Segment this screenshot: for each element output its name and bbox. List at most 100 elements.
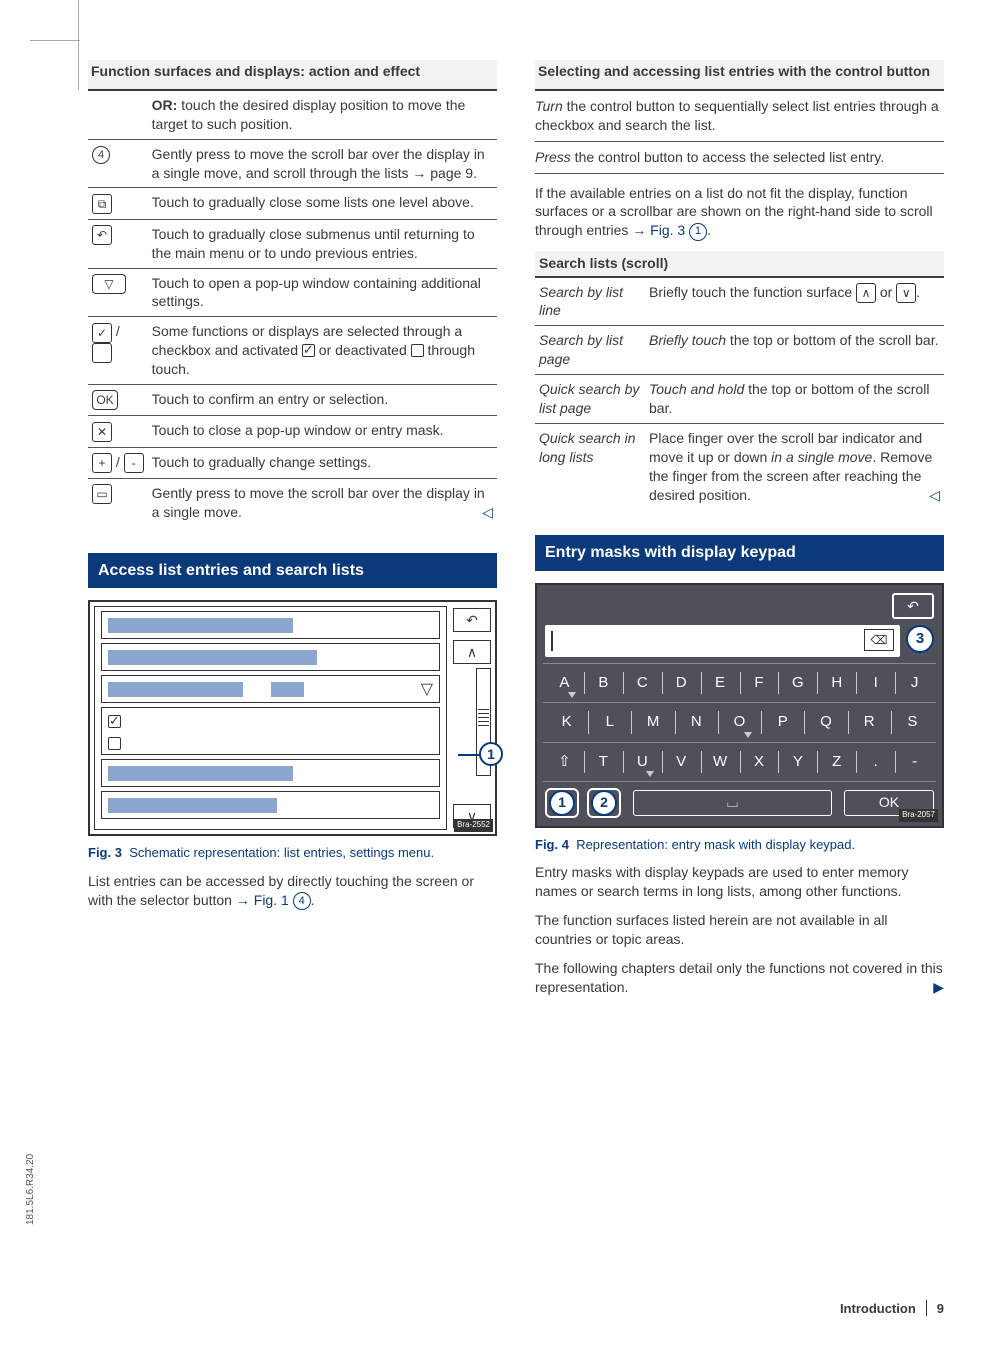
- fig1-link[interactable]: → Fig. 1: [236, 892, 289, 908]
- key-x[interactable]: X: [740, 749, 779, 775]
- table-row: ▽ Touch to open a pop-up window containi…: [88, 268, 497, 317]
- row-text: Touch to confirm an entry or selection.: [148, 384, 497, 415]
- close-x-icon: ✕: [92, 422, 112, 442]
- side-code: 181.5L6.R34.20: [24, 1153, 38, 1224]
- circled-1-link-icon: 1: [689, 223, 707, 241]
- left-para-1: List entries can be accessed by directly…: [88, 872, 497, 910]
- table-row: ⧉ Touch to gradually close some lists on…: [88, 188, 497, 219]
- left-column: Function surfaces and displays: action a…: [88, 60, 497, 1007]
- key-e[interactable]: E: [701, 670, 740, 696]
- key-q[interactable]: Q: [804, 709, 847, 735]
- table-row: ▭ Gently press to move the scroll bar ov…: [88, 478, 497, 526]
- right-column: Selecting and accessing list entries wit…: [535, 60, 944, 1007]
- table-row: Quick search by list page Touch and hold…: [535, 375, 944, 424]
- key-g[interactable]: G: [778, 670, 817, 696]
- minus-icon: -: [124, 453, 144, 473]
- left-section-title: Function surfaces and displays: action a…: [88, 60, 497, 89]
- search-lists-heading: Search lists (scroll): [535, 251, 944, 276]
- key-y[interactable]: Y: [778, 749, 817, 775]
- close-list-icon: ⧉: [92, 194, 112, 214]
- shift-key[interactable]: ⇧: [545, 749, 584, 775]
- figure-4: ↶ ⌫ 3 A B C D E F G H I J: [535, 583, 944, 828]
- right-para-5: The following chapters detail only the f…: [535, 959, 944, 997]
- table-row: Search by list line Briefly touch the fu…: [535, 278, 944, 326]
- arrow-down-icon: ∨: [896, 283, 916, 303]
- row-text: Touch to close a pop-up window or entry …: [148, 416, 497, 447]
- key-u[interactable]: U: [623, 749, 662, 775]
- row-text: Touch to gradually close submenus until …: [148, 219, 497, 268]
- backspace-icon[interactable]: ⌫: [864, 629, 894, 651]
- table-row: ✕ Touch to close a pop-up window or entr…: [88, 416, 497, 447]
- right-para-4: The function surfaces listed herein are …: [535, 911, 944, 949]
- key-m[interactable]: M: [631, 709, 674, 735]
- key-f[interactable]: F: [740, 670, 779, 696]
- table-row: Search by list page Briefly touch the to…: [535, 326, 944, 375]
- row-text: Touch to gradually change settings.: [148, 447, 497, 478]
- fig3-up-button[interactable]: ∧: [453, 640, 491, 664]
- table-row: Quick search in long lists Place finger …: [535, 423, 944, 509]
- keypad-input[interactable]: ⌫: [545, 625, 900, 657]
- checked-inline-icon: [302, 344, 315, 357]
- right-para-3: Entry masks with display keypads are use…: [535, 863, 944, 901]
- key-p[interactable]: P: [761, 709, 804, 735]
- fig3-code: Bra-2552: [454, 819, 493, 832]
- crop-marks: [30, 0, 90, 90]
- plus-icon: +: [92, 453, 112, 473]
- keypad-back-button[interactable]: ↶: [892, 593, 934, 619]
- search-table: Search by list line Briefly touch the fu…: [535, 278, 944, 510]
- figure-3: ▽ ↶ ∧ ∨ 1 Bra-2552: [88, 600, 497, 836]
- key-n[interactable]: N: [675, 709, 718, 735]
- key-row-2: K L M N O P Q R S: [543, 702, 936, 741]
- key-c[interactable]: C: [623, 670, 662, 696]
- key-v[interactable]: V: [662, 749, 701, 775]
- quick-search-desc: Place finger over the scroll bar indicat…: [645, 423, 944, 509]
- right-section-title: Selecting and accessing list entries wit…: [535, 60, 944, 89]
- fig4-callout-2: 2: [591, 790, 617, 816]
- function-table: OR: touch the desired display position t…: [88, 91, 497, 527]
- row-text: Gently press to move the scroll bar over…: [148, 478, 497, 526]
- continue-marker-icon: ▶: [933, 978, 944, 997]
- unchecked-inline-icon: [411, 344, 424, 357]
- table-row: OK Touch to confirm an entry or selectio…: [88, 384, 497, 415]
- key-j[interactable]: J: [895, 670, 934, 696]
- key-i[interactable]: I: [856, 670, 895, 696]
- key-b[interactable]: B: [584, 670, 623, 696]
- space-key[interactable]: ⌴: [633, 790, 832, 816]
- page-footer: Introduction9: [840, 1300, 944, 1318]
- table-row: ✓ / Some functions or displays are selec…: [88, 317, 497, 385]
- key-k[interactable]: K: [545, 709, 588, 735]
- row-text: OR: touch the desired display position t…: [148, 91, 497, 139]
- blue-heading-right: Entry masks with display keypad: [535, 535, 944, 571]
- press-instruction: Press the control button to access the s…: [535, 148, 944, 167]
- arrow-up-icon: ∧: [856, 283, 876, 303]
- key-l[interactable]: L: [588, 709, 631, 735]
- fig3-link[interactable]: → Fig. 3: [632, 222, 685, 238]
- scroll-move-icon: ▭: [92, 484, 112, 504]
- key-row-3: ⇧ T U V W X Y Z . -: [543, 742, 936, 781]
- row-text: Gently press to move the scroll bar over…: [148, 139, 497, 188]
- checkbox-empty-icon: [92, 343, 112, 363]
- key-r[interactable]: R: [848, 709, 891, 735]
- key-o[interactable]: O: [718, 709, 761, 735]
- key-t[interactable]: T: [584, 749, 623, 775]
- key-a[interactable]: A: [545, 670, 584, 696]
- row-text: Some functions or displays are selected …: [148, 317, 497, 385]
- fig4-callout-3: 3: [906, 625, 934, 653]
- fig3-back-button[interactable]: ↶: [453, 608, 491, 632]
- key-dash[interactable]: -: [895, 749, 934, 775]
- key-d[interactable]: D: [662, 670, 701, 696]
- key-z[interactable]: Z: [817, 749, 856, 775]
- key-w[interactable]: W: [701, 749, 740, 775]
- end-marker-icon: ◁: [929, 486, 940, 505]
- fig4-callout-1: 1: [549, 790, 575, 816]
- key-dot[interactable]: .: [856, 749, 895, 775]
- key-h[interactable]: H: [817, 670, 856, 696]
- table-row: + / - Touch to gradually change settings…: [88, 447, 497, 478]
- circled-4-icon: 4: [92, 146, 110, 164]
- key-row-1: A B C D E F G H I J: [543, 663, 936, 702]
- ok-icon: OK: [92, 390, 118, 410]
- table-row: ↶ Touch to gradually close submenus unti…: [88, 219, 497, 268]
- back-icon: ↶: [92, 225, 112, 245]
- right-para-2: If the available entries on a list do no…: [535, 184, 944, 241]
- key-s[interactable]: S: [891, 709, 934, 735]
